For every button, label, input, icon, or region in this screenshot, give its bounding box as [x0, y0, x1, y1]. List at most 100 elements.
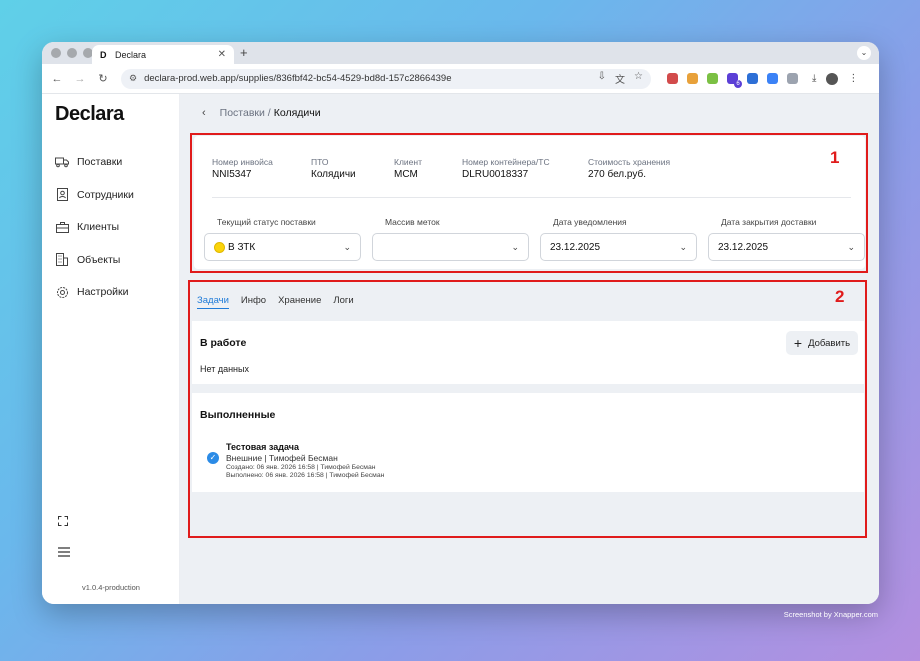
fields-row: Текущий статус поставки В ЗТК ⌄ Массив м… [204, 217, 865, 261]
menu-icon[interactable] [58, 547, 70, 560]
content-tabs: Задачи Инфо Хранение Логи [197, 295, 354, 309]
truck-icon [55, 155, 69, 169]
container-info: Номер контейнера/ТС DLRU0018337 [462, 157, 588, 180]
forward-arrow-icon[interactable]: → [71, 73, 89, 85]
task-subtitle: Внешние | Тимофей Бесман [226, 453, 338, 463]
extension-icon[interactable] [767, 73, 778, 84]
tags-select[interactable]: ⌄ [372, 233, 529, 261]
sidebar-item-supplies[interactable]: Поставки [55, 146, 134, 179]
sidebar-item-clients[interactable]: Клиенты [55, 211, 134, 244]
info-value: Колядичи [311, 169, 356, 180]
closing-date-select[interactable]: 23.12.2025 ⌄ [708, 233, 865, 261]
add-task-label: Добавить [808, 337, 851, 349]
sidebar-item-label: Клиенты [77, 221, 120, 234]
badge-icon [55, 188, 69, 202]
sidebar: Declara Поставки Сотрудники Клиенты Объе… [42, 94, 180, 604]
task-title: Тестовая задача [226, 442, 299, 452]
info-row: Номер инвойса NNI5347 ПТО Колядичи Клиен… [212, 157, 708, 180]
extension-icon[interactable]: 6 [727, 73, 742, 88]
info-value: 270 бел.руб. [588, 169, 646, 180]
sidebar-item-employees[interactable]: Сотрудники [55, 179, 134, 212]
check-circle-icon: ✓ [207, 452, 219, 464]
browser-tab[interactable]: D Declara ✕ [92, 45, 234, 64]
bookmark-star-icon[interactable]: ☆ [634, 71, 643, 86]
info-value: МСМ [394, 169, 418, 180]
sidebar-item-label: Поставки [77, 156, 123, 169]
sidebar-item-label: Настройки [77, 286, 129, 299]
tab-tasks[interactable]: Задачи [197, 295, 229, 309]
tab-storage[interactable]: Хранение [278, 295, 321, 309]
closing-date-field: Дата закрытия доставки 23.12.2025 ⌄ [708, 217, 865, 261]
browser-menu-icon[interactable]: ⋮ [848, 73, 858, 84]
profile-avatar[interactable] [826, 72, 839, 85]
chevron-down-icon: ⌄ [679, 241, 687, 252]
task-created: Создано: 06 янв. 2026 16:58 | Тимофей Бе… [226, 464, 376, 471]
sidebar-item-settings[interactable]: Настройки [55, 276, 134, 309]
window-controls [51, 48, 93, 58]
extension-badge: 6 [734, 80, 742, 88]
tab-search-button[interactable]: ⌄ [857, 46, 871, 60]
field-label: Дата закрытия доставки [721, 217, 817, 227]
tab-logs[interactable]: Логи [333, 295, 353, 309]
browser-toolbar: ← → ↻ ⚙ declara-prod.web.app/supplies/83… [42, 64, 879, 94]
closing-date-value: 23.12.2025 [718, 241, 769, 253]
chevron-down-icon: ⌄ [847, 241, 855, 252]
sidebar-item-label: Объекты [77, 253, 121, 266]
tab-title: Declara [115, 49, 147, 60]
tab-info[interactable]: Инфо [241, 295, 266, 309]
notification-date-field: Дата уведомления 23.12.2025 ⌄ [540, 217, 697, 261]
field-label: Дата уведомления [553, 217, 627, 227]
add-task-button[interactable]: + Добавить [786, 331, 858, 355]
new-tab-button[interactable]: + [240, 45, 248, 60]
app-version: v1.0.4-production [82, 583, 140, 592]
install-app-icon[interactable]: ⇩ [598, 71, 606, 86]
site-info-icon[interactable]: ⚙ [129, 73, 137, 84]
status-dot-icon [214, 241, 225, 253]
extension-icon[interactable] [707, 73, 718, 84]
status-value: В ЗТК [228, 241, 256, 253]
info-label: Номер контейнера/ТС [462, 157, 550, 167]
supply-details-card: Номер инвойса NNI5347 ПТО Колядичи Клиен… [194, 136, 865, 269]
back-arrow-icon[interactable]: ← [48, 73, 66, 85]
app-logo[interactable]: Declara [55, 103, 124, 126]
extension-icon[interactable] [687, 73, 698, 84]
in-progress-section: В работе + Добавить Нет данных [192, 321, 864, 384]
field-label: Массив меток [385, 217, 440, 227]
storage-cost-info: Стоимость хранения 270 бел.руб. [588, 157, 708, 180]
info-label: Номер инвойса [212, 157, 273, 167]
translate-icon[interactable]: 文 [615, 71, 625, 86]
favicon-icon: D [100, 49, 107, 60]
extension-icon[interactable] [747, 73, 758, 84]
tags-field: Массив меток ⌄ [372, 217, 529, 261]
info-value: NNI5347 [212, 169, 252, 180]
address-bar[interactable]: ⚙ declara-prod.web.app/supplies/836fbf42… [121, 68, 651, 89]
sidebar-item-label: Сотрудники [77, 188, 134, 201]
close-window-button[interactable] [51, 48, 61, 58]
tab-close-icon[interactable]: ✕ [218, 49, 226, 60]
sidebar-item-objects[interactable]: Объекты [55, 244, 134, 277]
annotation-label-1: 1 [830, 148, 840, 167]
task-item[interactable]: ✓ Тестовая задача Внешние | Тимофей Бесм… [207, 442, 384, 479]
customs-post-info: ПТО Колядичи [311, 157, 394, 180]
tab-bar: D Declara ✕ + ⌄ [42, 42, 879, 64]
status-select[interactable]: В ЗТК ⌄ [204, 233, 361, 261]
breadcrumb-current: Колядичи [273, 107, 321, 119]
breadcrumb-parent[interactable]: Поставки / [220, 107, 271, 119]
breadcrumb: ‹ Поставки / Колядичи [202, 107, 321, 119]
back-chevron-icon[interactable]: ‹ [202, 107, 206, 119]
notification-date-select[interactable]: 23.12.2025 ⌄ [540, 233, 697, 261]
invoice-info: Номер инвойса NNI5347 [212, 157, 311, 180]
extension-icon[interactable] [667, 73, 678, 84]
fullscreen-icon[interactable] [58, 516, 68, 529]
main-content: ‹ Поставки / Колядичи Номер инвойса NNI5… [180, 94, 879, 604]
chevron-down-icon: ⌄ [343, 241, 351, 252]
download-icon[interactable]: ⤓ [812, 73, 816, 84]
puzzle-icon[interactable] [787, 73, 798, 84]
chevron-down-icon: ⌄ [511, 241, 519, 252]
url-text[interactable]: declara-prod.web.app/supplies/836fbf42-b… [144, 73, 598, 84]
client-info: Клиент МСМ [394, 157, 462, 180]
minimize-window-button[interactable] [67, 48, 77, 58]
info-label: Клиент [394, 157, 422, 167]
reload-icon[interactable]: ↻ [94, 72, 112, 85]
watermark: Screenshot by Xnapper.com [783, 610, 878, 619]
